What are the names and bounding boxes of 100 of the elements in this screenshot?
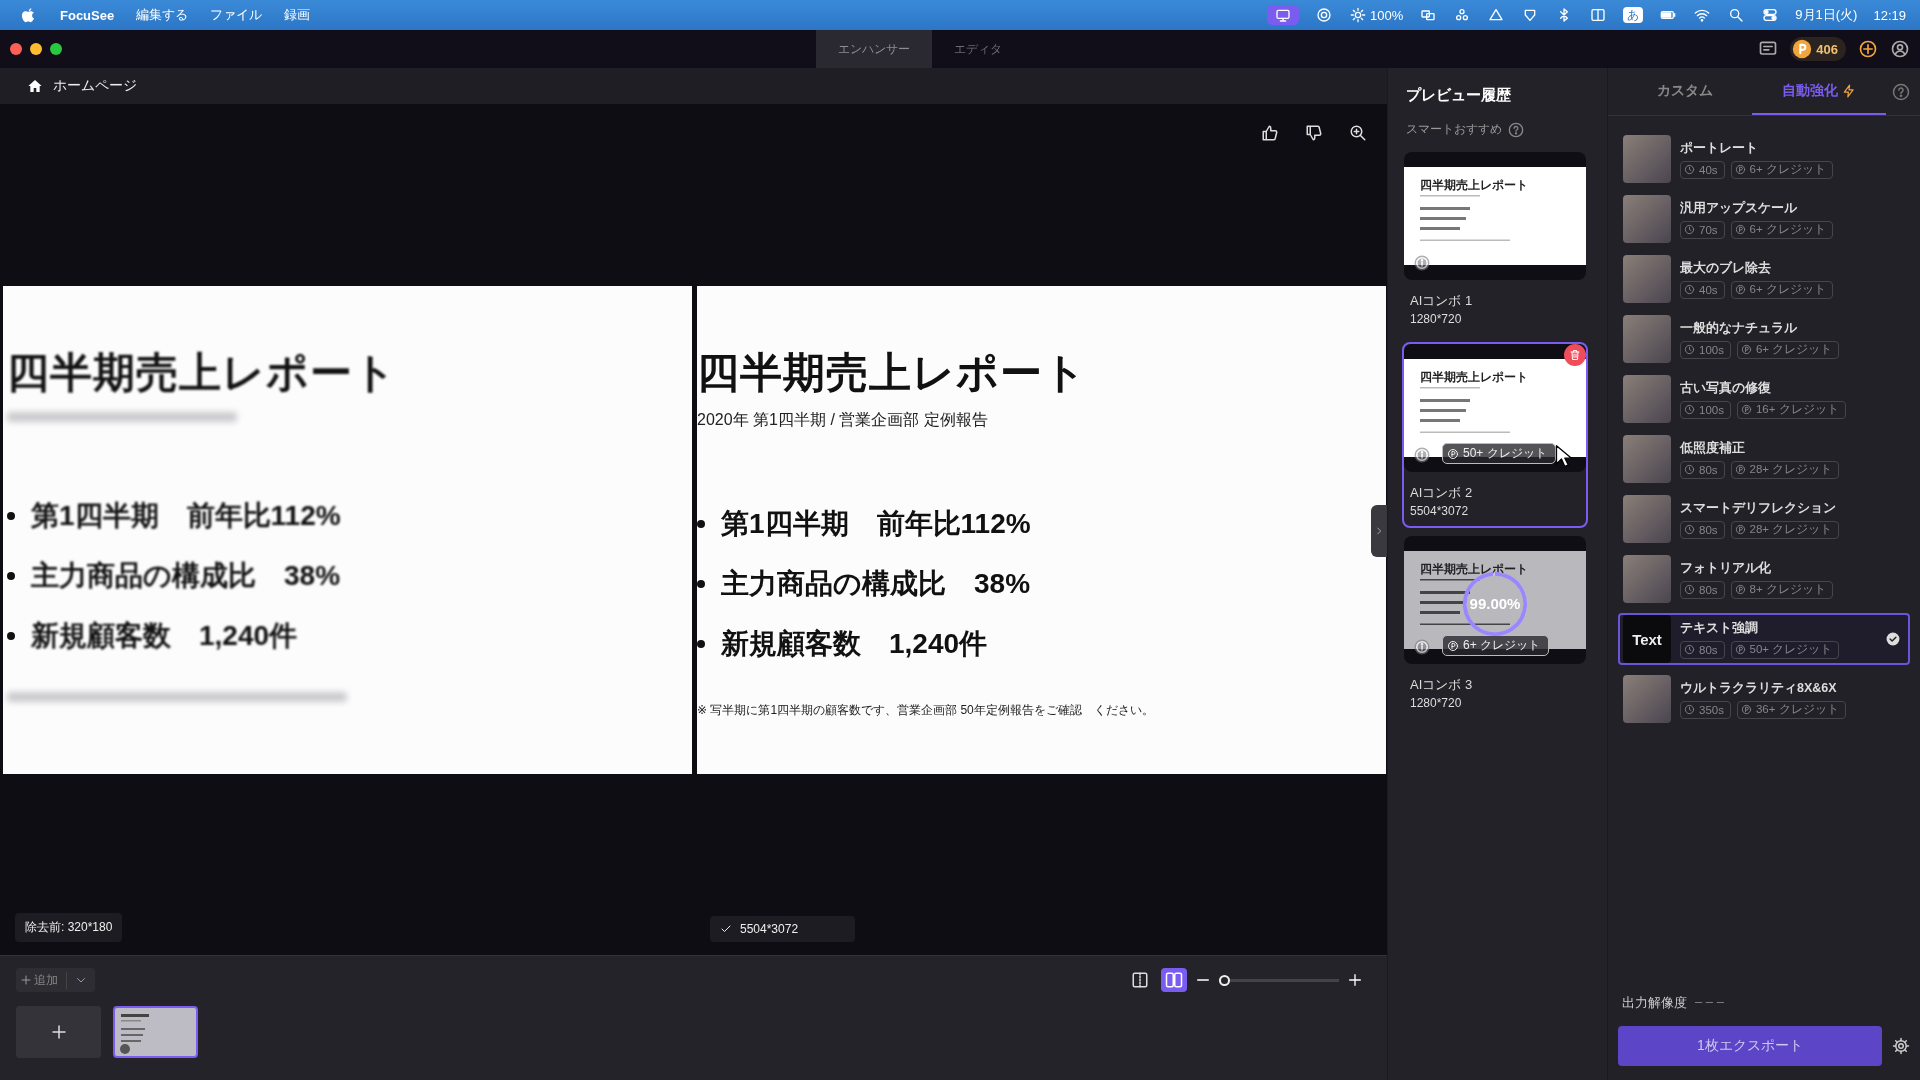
preset-item[interactable]: 古い写真の修復 100s 16+ クレジット [1618, 373, 1910, 425]
credit-tag: 28+ クレジット [1730, 460, 1840, 479]
add-credits-icon[interactable] [1858, 39, 1878, 59]
split-view-icon [1165, 971, 1183, 989]
home-link[interactable]: ホームページ [53, 77, 137, 95]
slider-thumb[interactable] [1219, 974, 1230, 986]
screen-recording-icon[interactable] [1267, 5, 1300, 25]
lightning-icon [1842, 82, 1856, 99]
bullet-text: 主力商品の構成比 38% [31, 558, 341, 593]
coin-icon [1734, 644, 1746, 655]
preset-item[interactable]: スマートデリフレクション 80s 28+ クレジット [1618, 493, 1910, 545]
minimize-button[interactable] [30, 43, 42, 55]
image-thumbnail[interactable] [113, 1006, 198, 1058]
bullet-dot [697, 579, 705, 588]
preview-card[interactable]: 四半期売上レポート AIコンボ 1 1280*720 [1402, 150, 1588, 336]
control-center-icon[interactable] [1761, 7, 1780, 23]
zoom-in-icon[interactable] [1349, 124, 1367, 142]
add-button[interactable]: 追加 [16, 968, 95, 992]
time-tag: 40s [1680, 160, 1725, 179]
preset-item[interactable]: 一般的なナチュラル 100s 6+ クレジット [1618, 313, 1910, 365]
bullet-text: 新規顧客数 1,240件 [721, 626, 988, 661]
credit-tag: 16+ クレジット [1736, 400, 1846, 419]
slide-title: 四半期売上レポート [7, 347, 398, 398]
windows-icon[interactable] [1419, 7, 1438, 23]
zoom-button[interactable] [50, 43, 62, 55]
photo-placeholder [1623, 315, 1671, 363]
panel-tab[interactable]: 自動強化 [1752, 68, 1886, 115]
close-button[interactable] [10, 43, 22, 55]
menu-item[interactable]: 録画 [284, 6, 311, 24]
preset-item[interactable]: 汎用アップスケール 70s 6+ クレジット [1618, 193, 1910, 245]
settings-icon[interactable] [1892, 1037, 1910, 1055]
preset-item[interactable]: Text テキスト強調 80s 50+ クレジット [1618, 613, 1910, 665]
mode-tab[interactable]: エディタ [932, 30, 1024, 68]
time-tag: 100s [1680, 340, 1731, 359]
zoom-in-icon[interactable] [1347, 972, 1363, 988]
menu-item[interactable]: ファイル [210, 6, 263, 24]
preset-name: 古い写真の修復 [1680, 379, 1772, 397]
time-tag: 100s [1680, 400, 1731, 419]
bullet-dot [7, 571, 15, 580]
photo-placeholder [1623, 375, 1671, 423]
time-tag: 80s [1680, 580, 1725, 599]
preset-name: テキスト強調 [1680, 619, 1759, 637]
preset-name: スマートデリフレクション [1680, 499, 1837, 517]
preset-item[interactable]: 低照度補正 80s 28+ クレジット [1618, 433, 1910, 485]
time-tag: 80s [1680, 520, 1725, 539]
brightness-icon[interactable] [1349, 7, 1368, 23]
combo-name: AIコンボ 1 [1409, 292, 1474, 308]
help-icon[interactable] [1508, 121, 1524, 138]
preset-item[interactable]: 最大のブレ除去 40s 6+ クレジット [1618, 253, 1910, 305]
single-view-icon [1131, 971, 1149, 989]
input-source-indicator[interactable]: あ [1623, 7, 1644, 23]
preset-name: ウルトラクラリティ8X&6X [1680, 679, 1838, 697]
coin-icon [1740, 704, 1752, 715]
info-icon[interactable] [1413, 446, 1431, 464]
time-tag: 40s [1680, 280, 1725, 299]
coin-icon [1447, 447, 1459, 460]
bullet-dot [697, 639, 705, 648]
bullet-dot [697, 519, 705, 528]
credit-tag: 50+ クレジット [1442, 443, 1556, 464]
brightness-value: 100% [1370, 7, 1404, 23]
coin-icon [1740, 344, 1752, 355]
preset-name: 一般的なナチュラル [1680, 319, 1798, 337]
bullet-dot [7, 511, 15, 520]
chevron-right-icon [1374, 526, 1384, 536]
help-icon[interactable] [1892, 82, 1910, 101]
mode-tab[interactable]: エンハンサー [816, 30, 932, 68]
wifi-icon[interactable] [1693, 7, 1712, 23]
collapse-handle[interactable] [1371, 505, 1387, 557]
app-menu[interactable]: FocuSee [60, 7, 115, 23]
thumbs-up-icon[interactable] [1261, 124, 1279, 142]
credit-tag: 6+ クレジット [1730, 280, 1833, 299]
text-thumbnail: Text [1623, 615, 1671, 663]
credit-tag: 6+ クレジット [1730, 160, 1833, 179]
menu-bar-date[interactable]: 9月1日(火) [1795, 6, 1858, 24]
export-button[interactable]: 1枚エクスポート [1618, 1026, 1882, 1066]
info-icon[interactable] [1413, 638, 1431, 656]
preview-card[interactable]: 四半期売上レポート 50+ クレジット AIコンボ 2 5504*3072 [1402, 342, 1588, 528]
user-icon[interactable] [1890, 39, 1910, 59]
photo-placeholder [1623, 135, 1671, 183]
credit-tag: 6+ クレジット [1442, 635, 1549, 656]
thumbs-down-icon[interactable] [1305, 124, 1323, 142]
slide-title: 四半期売上レポート [697, 347, 1088, 398]
clock-icon [1684, 284, 1695, 295]
preset-item[interactable]: ポートレート 40s 6+ クレジット [1618, 133, 1910, 185]
info-icon[interactable] [1413, 254, 1431, 272]
photo-placeholder [1623, 195, 1671, 243]
preset-item[interactable]: ウルトラクラリティ8X&6X 350s 36+ クレジット [1618, 673, 1910, 725]
preset-item[interactable]: フォトリアル化 80s 8+ クレジット [1618, 553, 1910, 605]
credit-tag: 36+ クレジット [1736, 700, 1846, 719]
thumbnail-title: 四半期売上レポート [1420, 371, 1529, 383]
panel-tab[interactable]: カスタム [1618, 68, 1752, 115]
menu-item[interactable]: 編集する [136, 6, 189, 24]
home-icon[interactable] [27, 78, 43, 94]
split-view-button[interactable] [1161, 968, 1187, 992]
menu-bar-time[interactable]: 12:19 [1873, 7, 1906, 23]
clock-icon [1684, 464, 1695, 475]
combo-resolution: 5504*3072 [1409, 503, 1470, 520]
circle-icon[interactable] [1315, 7, 1334, 23]
credits-badge[interactable]: 406 [1790, 37, 1846, 61]
clock-icon [1684, 584, 1695, 595]
